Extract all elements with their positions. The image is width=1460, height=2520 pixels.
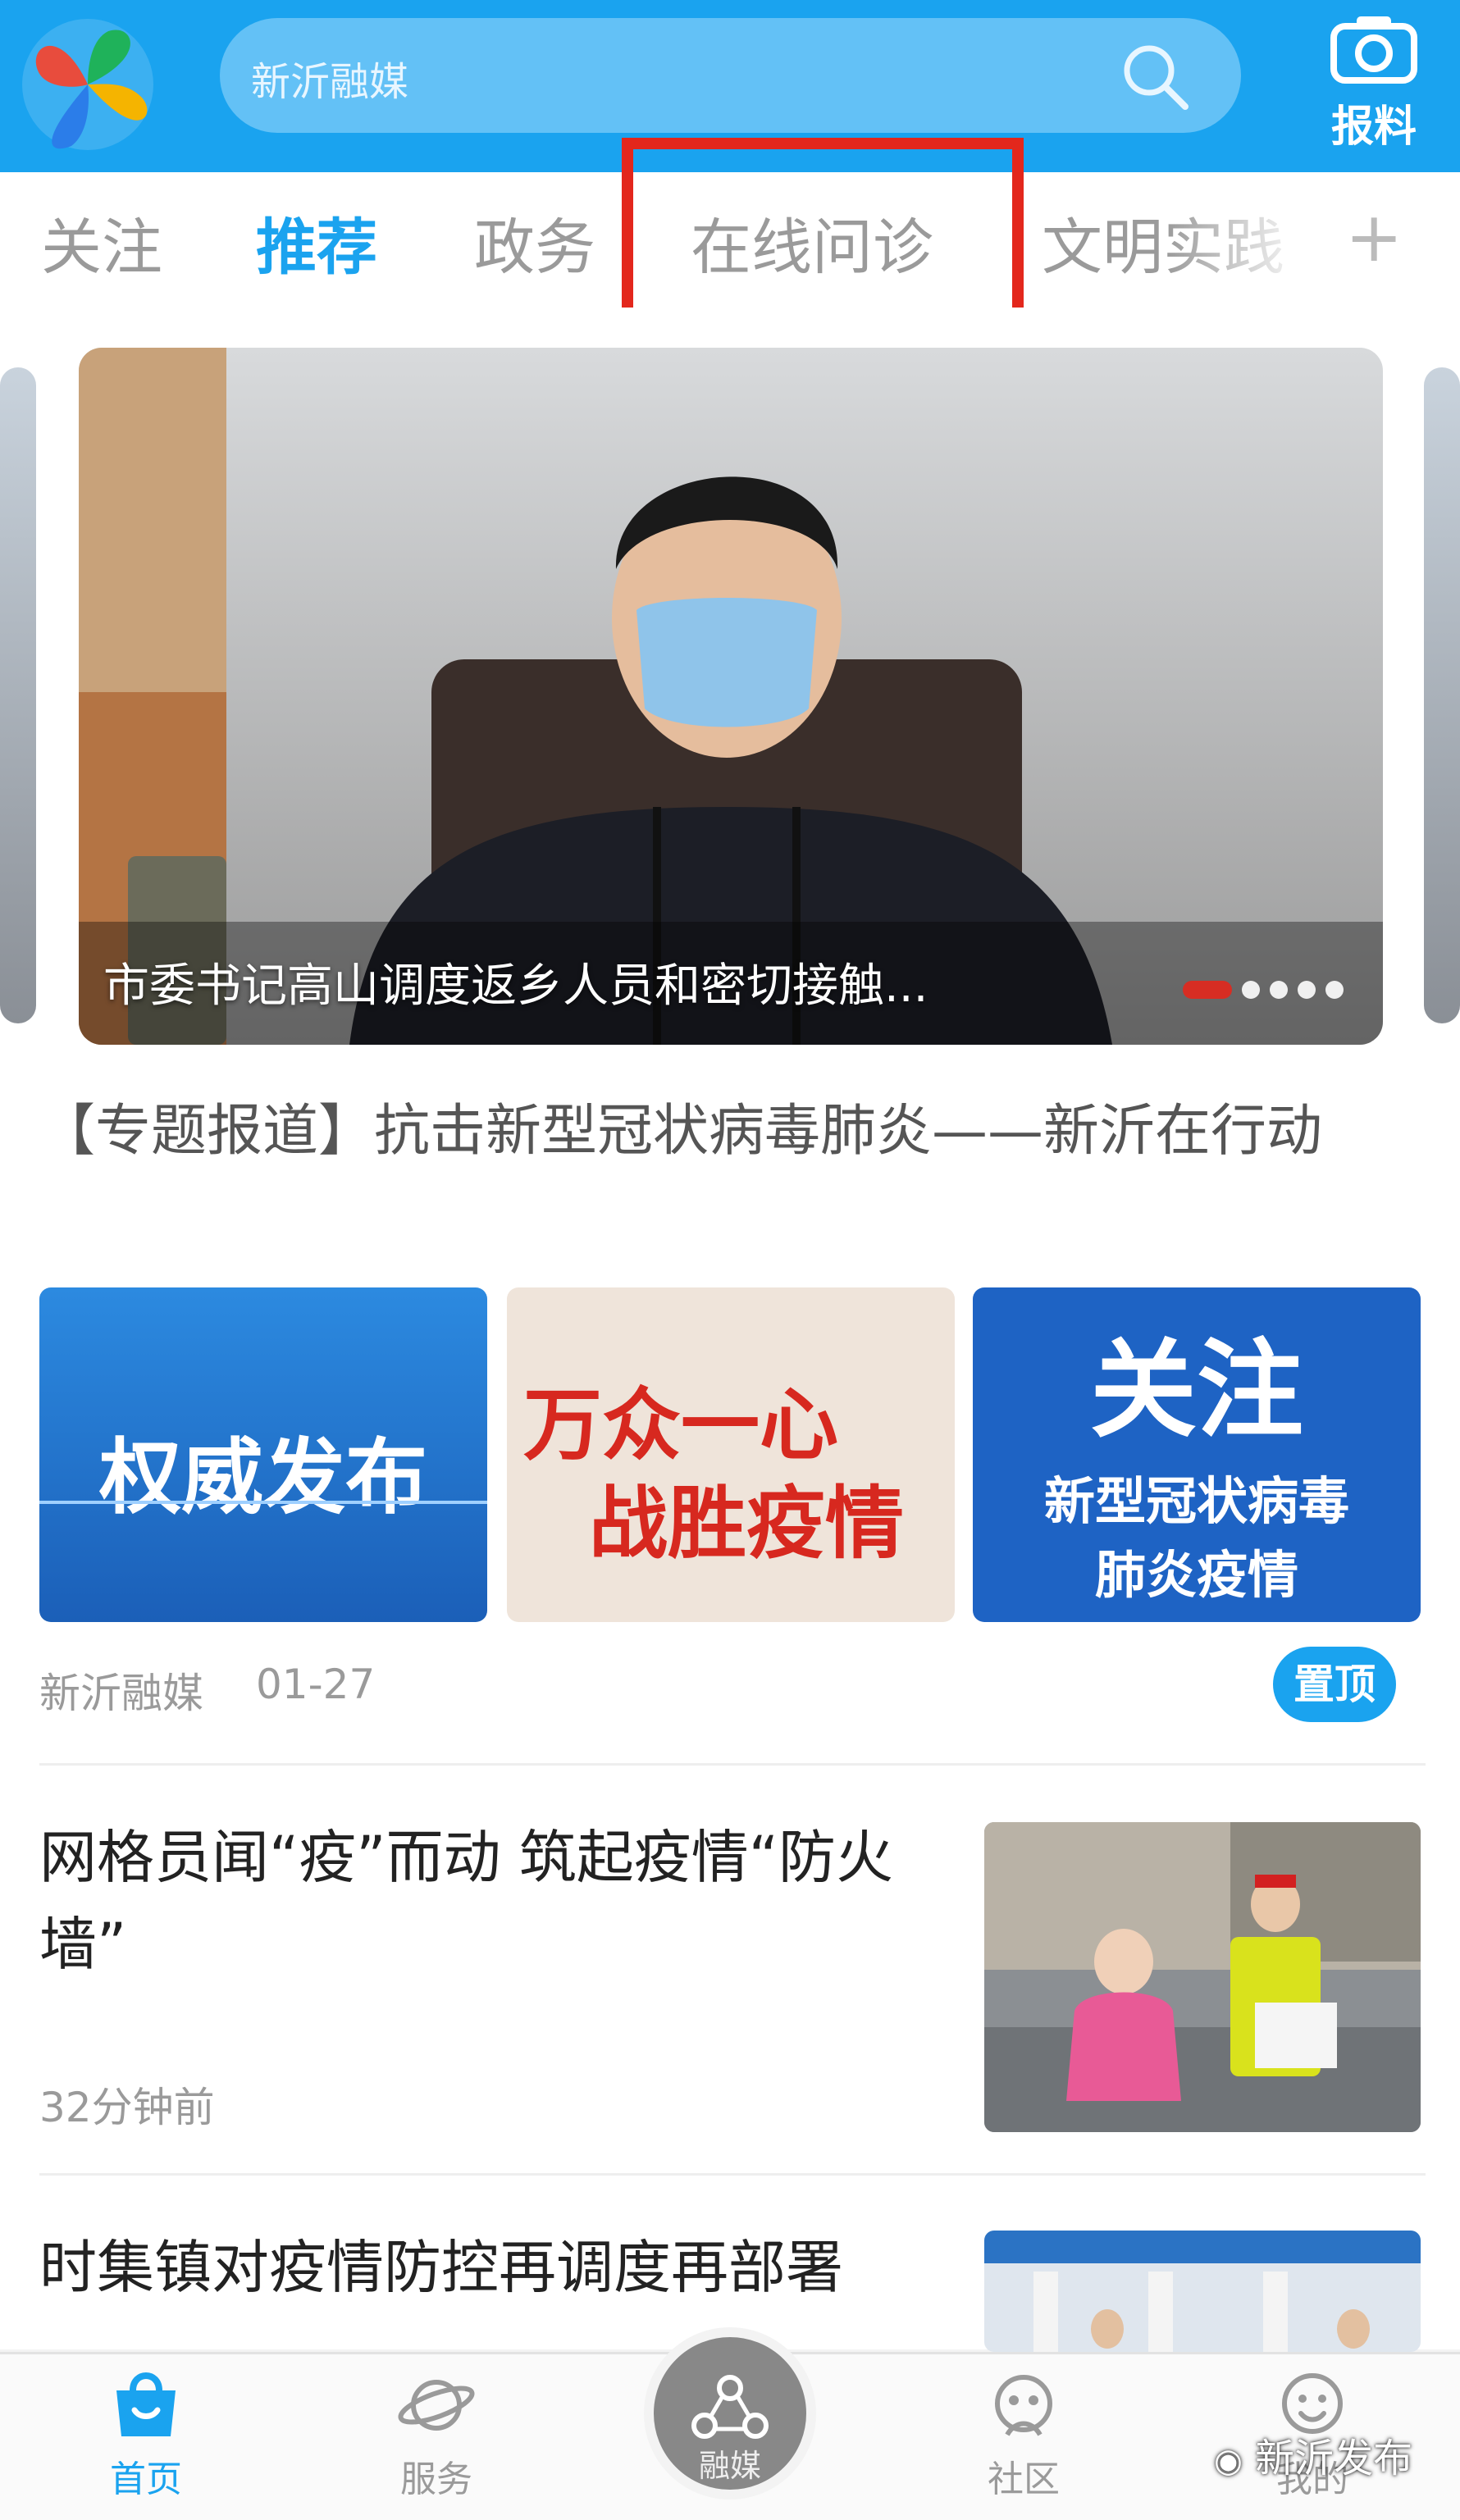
carousel-indicator <box>1173 981 1344 1002</box>
camera-icon <box>1330 16 1417 84</box>
tab-follow[interactable]: 关注 <box>41 198 162 286</box>
pinned-badge: 置顶 <box>1273 1647 1396 1722</box>
tab-recommend[interactable]: 推荐 <box>256 198 377 286</box>
carousel-prev-peek <box>0 367 36 1023</box>
carousel-dot <box>1270 981 1288 999</box>
news-photo <box>984 1822 1421 2132</box>
nav-community-label: 社区 <box>988 2458 1060 2500</box>
carousel-dot <box>1298 981 1316 999</box>
divider <box>39 2173 1426 2176</box>
topic-date: 01-27 <box>256 1661 376 1708</box>
tile-unity-line2: 战胜疫情 <box>589 1477 904 1570</box>
app-logo-icon[interactable] <box>18 15 157 154</box>
tile-divider <box>39 1501 487 1504</box>
tile-attention-line1: 关注 <box>1089 1327 1303 1452</box>
carousel-dot <box>1242 981 1260 999</box>
wechat-icon: ◉ <box>1214 2442 1243 2480</box>
tab-fade <box>1165 172 1312 308</box>
news-time: 32分钟前 <box>39 2084 215 2131</box>
carousel-next-peek <box>1424 367 1460 1023</box>
tile-authority-text: 权威发布 <box>99 1429 427 1525</box>
news-title[interactable]: 网格员闻“疫”而动 筑起疫情“防火墙” <box>39 1814 950 1988</box>
search-icon[interactable] <box>1118 39 1192 113</box>
nav-media-center-button[interactable]: 融媒 <box>644 2327 816 2499</box>
nav-home-label: 首页 <box>110 2458 182 2500</box>
topic-title[interactable]: 【专题报道】抗击新型冠状病毒肺炎——新沂在行动 <box>39 1091 1434 1173</box>
tile-unity-line1: 万众一心 <box>523 1378 838 1471</box>
news-title[interactable]: 时集镇对疫情防控再调度再部署 <box>39 2224 974 2311</box>
nav-community[interactable]: 社区 <box>933 2363 1114 2502</box>
news-photo <box>984 2231 1421 2352</box>
nav-media-label: 融媒 <box>698 2448 761 2484</box>
nav-home[interactable]: 首页 <box>56 2363 236 2502</box>
community-icon <box>995 2375 1052 2436</box>
tile-attention-line2: 新型冠状病毒 <box>1043 1471 1349 1531</box>
report-label: 报料 <box>1330 103 1417 152</box>
watermark-text: 新沂发布 <box>1255 2436 1413 2481</box>
search-placeholder: 新沂融媒 <box>251 59 409 105</box>
home-icon <box>116 2372 176 2436</box>
tile-attention-line3: 肺炎疫情 <box>1094 1545 1298 1605</box>
topic-tile-authority[interactable]: 权威发布 <box>39 1287 487 1622</box>
banner-caption: 市委书记高山调度返乡人员和密切接触... <box>103 959 928 1013</box>
news-thumbnail[interactable] <box>984 2231 1421 2352</box>
search-bar[interactable]: 新沂融媒 <box>220 18 1241 133</box>
topic-tile-unity[interactable]: 万众一心 战胜疫情 <box>507 1287 955 1622</box>
topic-tile-attention[interactable]: 关注 新型冠状病毒 肺炎疫情 <box>973 1287 1421 1622</box>
divider <box>39 1763 1426 1766</box>
carousel-dot <box>1325 981 1344 999</box>
tab-government[interactable]: 政务 <box>474 198 595 286</box>
carousel-dot-active <box>1183 981 1232 999</box>
add-channel-button[interactable]: + <box>1345 197 1403 277</box>
planet-icon <box>398 2380 475 2431</box>
carousel-banner[interactable]: 市委书记高山调度返乡人员和密切接触... <box>79 348 1383 1045</box>
nav-service-label: 服务 <box>400 2458 472 2500</box>
topic-source: 新沂融媒 <box>39 1670 203 1717</box>
watermark: ◉ 新沂发布 <box>1214 2426 1412 2483</box>
nav-service[interactable]: 服务 <box>346 2363 527 2502</box>
report-button[interactable]: 报料 <box>1312 11 1435 152</box>
news-thumbnail[interactable] <box>984 1822 1421 2132</box>
banner-photo <box>79 348 1383 1045</box>
